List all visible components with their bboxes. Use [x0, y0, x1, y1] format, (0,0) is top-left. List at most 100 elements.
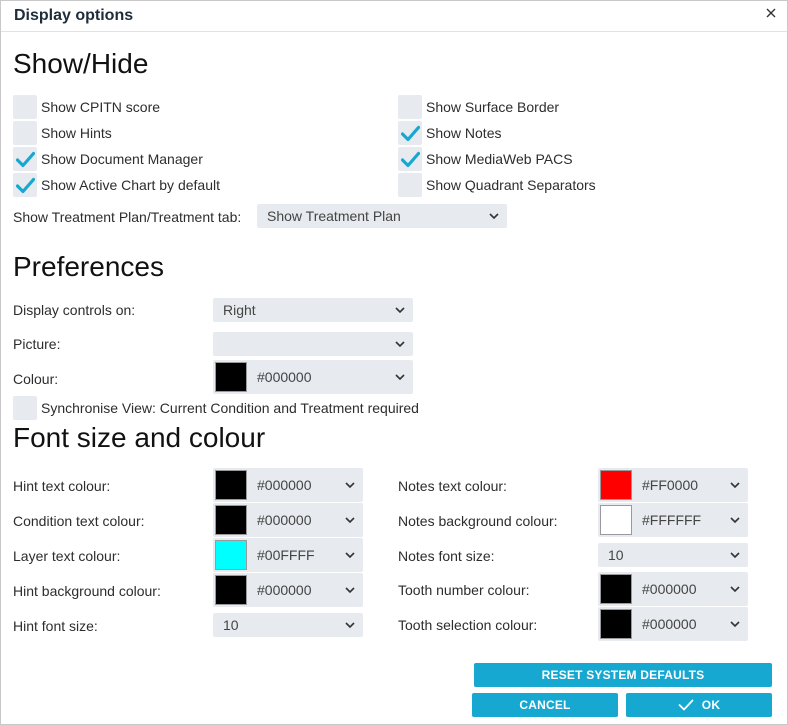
chevron-down-icon — [728, 548, 742, 562]
colour-label: Colour: — [13, 371, 59, 387]
show-cpitn-checkbox[interactable] — [13, 95, 37, 119]
checkbox-row-active-chart: Show Active Chart by default — [13, 173, 220, 197]
checkmark-icon — [16, 151, 35, 168]
show-notes-checkbox[interactable] — [398, 121, 422, 145]
select-value: #000000 — [257, 582, 312, 598]
select-value: #000000 — [257, 369, 312, 385]
checkbox-row-mediaweb-pacs: Show MediaWeb PACS — [398, 147, 573, 171]
close-button[interactable] — [765, 7, 779, 21]
close-icon — [766, 8, 776, 18]
checkbox-row-document-manager: Show Document Manager — [13, 147, 203, 171]
colour-swatch — [215, 470, 247, 500]
checkbox-label: Show Surface Border — [426, 99, 560, 115]
select-value: #000000 — [642, 581, 697, 597]
select-value: 10 — [223, 617, 239, 633]
colour-swatch — [600, 505, 632, 535]
colour-swatch — [600, 609, 632, 639]
dialog-title: Display options — [14, 7, 134, 24]
chevron-down-icon — [393, 337, 407, 351]
synchronise-view-checkbox[interactable] — [13, 396, 37, 420]
tooth-selection-colour-label: Tooth selection colour: — [398, 617, 538, 633]
chevron-down-icon — [343, 548, 357, 562]
condition-text-colour-select[interactable]: #000000 — [213, 503, 363, 537]
tooth-number-colour-select[interactable]: #000000 — [598, 572, 748, 606]
checkbox-row-hints: Show Hints — [13, 121, 112, 145]
chevron-down-icon — [728, 513, 742, 527]
show-quadrant-separators-checkbox[interactable] — [398, 173, 422, 197]
colour-swatch — [600, 470, 632, 500]
checkbox-label: Show Quadrant Separators — [426, 177, 596, 193]
tooth-number-colour-label: Tooth number colour: — [398, 582, 530, 598]
show-hints-checkbox[interactable] — [13, 121, 37, 145]
condition-text-colour-label: Condition text colour: — [13, 513, 145, 529]
select-value: #FFFFFF — [642, 512, 702, 528]
checkbox-label: Show MediaWeb PACS — [426, 151, 573, 167]
notes-background-colour-select[interactable]: #FFFFFF — [598, 503, 748, 537]
show-active-chart-checkbox[interactable] — [13, 173, 37, 197]
display-options-dialog: Display options Show/Hide Show CPITN sco… — [0, 0, 788, 725]
checkbox-label: Synchronise View: Current Condition and … — [41, 400, 419, 416]
treatment-tab-label: Show Treatment Plan/Treatment tab: — [13, 209, 242, 225]
ok-button[interactable]: OK — [626, 693, 772, 717]
colour-swatch — [600, 574, 632, 604]
layer-text-colour-select[interactable]: #00FFFF — [213, 538, 363, 572]
checkbox-label: Show Notes — [426, 125, 502, 141]
chevron-down-icon — [728, 582, 742, 596]
hint-font-size-select[interactable]: 10 — [213, 613, 363, 637]
checkbox-row-surface-border: Show Surface Border — [398, 95, 559, 119]
checkmark-icon — [401, 125, 420, 142]
select-value: #000000 — [642, 616, 697, 632]
chevron-down-icon — [343, 583, 357, 597]
checkbox-row-notes: Show Notes — [398, 121, 501, 145]
checkbox-label: Show Hints — [41, 125, 112, 141]
select-value: Show Treatment Plan — [267, 208, 401, 224]
chevron-down-icon — [343, 478, 357, 492]
display-controls-label: Display controls on: — [13, 302, 136, 318]
select-value: 10 — [608, 547, 624, 563]
checkmark-icon — [678, 699, 694, 711]
chevron-down-icon — [728, 478, 742, 492]
notes-background-colour-label: Notes background colour: — [398, 513, 558, 529]
checkbox-label: Show Document Manager — [41, 151, 203, 167]
notes-font-size-label: Notes font size: — [398, 548, 495, 564]
show-surface-border-checkbox[interactable] — [398, 95, 422, 119]
show-mediaweb-pacs-checkbox[interactable] — [398, 147, 422, 171]
tooth-selection-colour-select[interactable]: #000000 — [598, 607, 748, 641]
hint-text-colour-label: Hint text colour: — [13, 478, 111, 494]
layer-text-colour-label: Layer text colour: — [13, 548, 121, 564]
checkbox-row-cpitn: Show CPITN score — [13, 95, 160, 119]
notes-text-colour-label: Notes text colour: — [398, 478, 507, 494]
hint-background-colour-select[interactable]: #000000 — [213, 573, 363, 607]
ok-label: OK — [701, 698, 721, 712]
checkmark-icon — [401, 151, 420, 168]
show-document-manager-checkbox[interactable] — [13, 147, 37, 171]
colour-swatch — [215, 505, 247, 535]
colour-swatch — [215, 362, 247, 392]
reset-system-defaults-button[interactable]: RESET SYSTEM DEFAULTS — [474, 663, 772, 687]
display-controls-select[interactable]: Right — [213, 298, 413, 322]
treatment-tab-select[interactable]: Show Treatment Plan — [257, 204, 507, 228]
chevron-down-icon — [393, 303, 407, 317]
hint-background-colour-label: Hint background colour: — [13, 583, 161, 599]
hint-text-colour-select[interactable]: #000000 — [213, 468, 363, 502]
colour-select[interactable]: #000000 — [213, 360, 413, 394]
notes-text-colour-select[interactable]: #FF0000 — [598, 468, 748, 502]
select-value: #000000 — [257, 512, 312, 528]
checkmark-icon — [16, 177, 35, 194]
notes-font-size-select[interactable]: 10 — [598, 543, 748, 567]
title-divider — [1, 31, 787, 32]
select-value: Right — [223, 302, 256, 318]
colour-swatch — [215, 540, 247, 570]
picture-select[interactable] — [213, 332, 413, 356]
chevron-down-icon — [393, 370, 407, 384]
select-value: #FF0000 — [642, 477, 699, 493]
picture-label: Picture: — [13, 336, 61, 352]
checkbox-label: Show CPITN score — [41, 99, 161, 115]
chevron-down-icon — [487, 209, 501, 223]
chevron-down-icon — [343, 618, 357, 632]
chevron-down-icon — [728, 617, 742, 631]
colour-swatch — [215, 575, 247, 605]
cancel-button[interactable]: CANCEL — [472, 693, 618, 717]
section-heading-preferences: Preferences — [13, 251, 164, 282]
checkbox-row-synchronise: Synchronise View: Current Condition and … — [13, 396, 419, 420]
